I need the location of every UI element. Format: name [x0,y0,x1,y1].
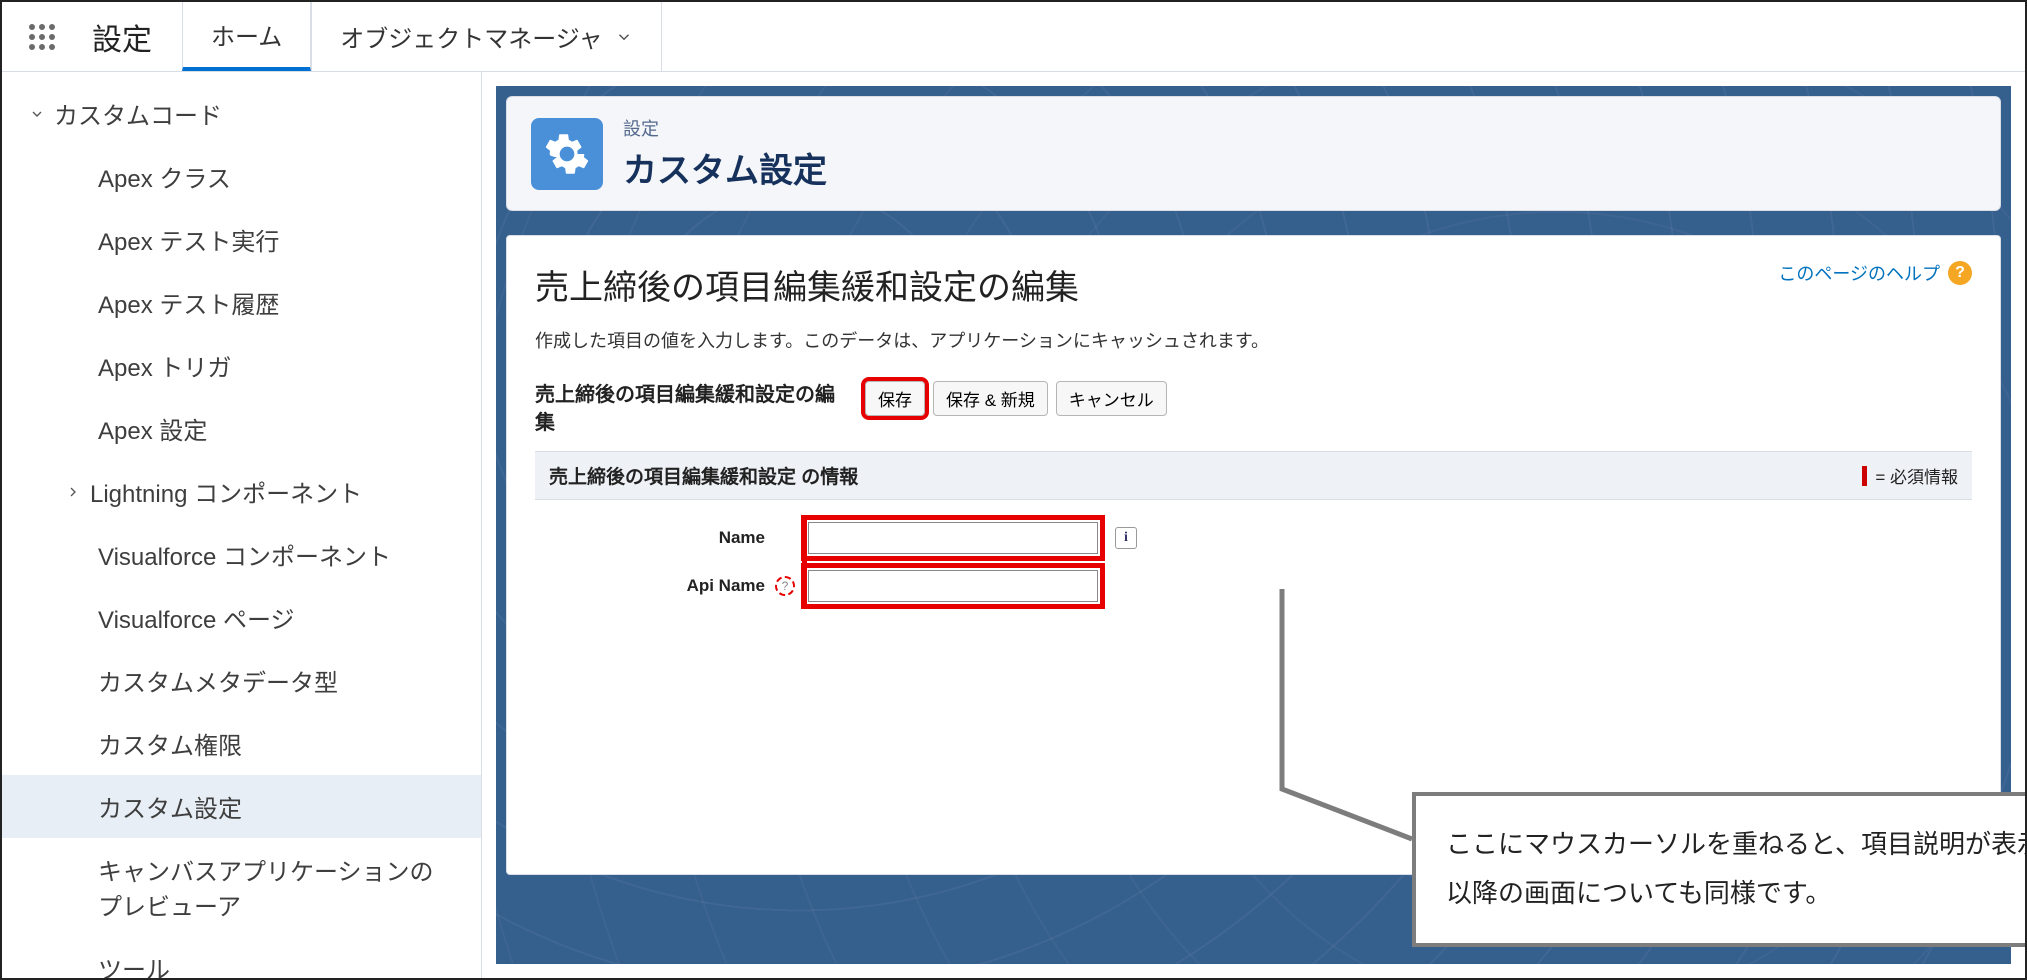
sidebar-item-label: カスタム設定 [98,789,242,824]
required-legend-text: = 必須情報 [1875,463,1958,488]
button-row: 保存 保存 & 新規 キャンセル [865,381,1167,416]
app-root: 設定 ホーム オブジェクトマネージャ カスタムコード Apex クラス Apex [0,0,2027,980]
sidebar-item-label: Visualforce ページ [98,600,294,635]
sidebar-item-custom-metadata[interactable]: カスタムメタデータ型 [2,649,481,712]
sidebar-item-label: カスタム権限 [98,726,242,761]
sidebar-item-vf-pages[interactable]: Visualforce ページ [2,586,481,649]
page-title: 売上締後の項目編集緩和設定の編集 [535,260,1079,309]
sidebar-item-lightning-components[interactable]: Lightning コンポーネント [2,460,481,523]
sidebar-scroll[interactable]: カスタムコード Apex クラス Apex テスト実行 Apex テスト履歴 A… [2,72,481,978]
sidebar-item-label: キャンバスアプリケーションのプレビューア [98,852,441,922]
input-highlight [801,515,1105,561]
sidebar-parent-custom-code[interactable]: カスタムコード [2,82,481,145]
page-description: 作成した項目の値を入力します。このデータは、アプリケーションにキャッシュされます… [535,327,1972,353]
sidebar-item-vf-components[interactable]: Visualforce コンポーネント [2,523,481,586]
save-and-new-button[interactable]: 保存 & 新規 [933,381,1048,416]
sidebar: カスタムコード Apex クラス Apex テスト実行 Apex テスト履歴 A… [2,72,482,978]
required-legend: = 必須情報 [1862,463,1958,488]
page-help-link[interactable]: このページのヘルプ ? [1778,260,1972,286]
api-name-input[interactable] [808,570,1098,602]
topbar-title: 設定 [82,2,182,71]
page-header-title: カスタム設定 [623,143,827,192]
sidebar-item-label: Apex 設定 [98,411,207,446]
tab-home[interactable]: ホーム [182,2,311,71]
required-bar-icon [1862,466,1867,486]
app-launcher-icon[interactable] [2,2,82,71]
info-icon[interactable]: i [1115,527,1137,549]
name-label: Name [595,528,775,548]
callout-box: ここにマウスカーソルを重ねると、項目説明が表示されます。 以降の画面についても同… [1412,792,2025,947]
page-header-card: 設定 カスタム設定 [506,96,2001,211]
sidebar-parent-label: カスタムコード [54,96,222,131]
sidebar-item-label: Visualforce コンポーネント [98,537,391,572]
tab-object-manager[interactable]: オブジェクトマネージャ [311,2,661,71]
name-input[interactable] [808,522,1098,554]
form-caption: 売上締後の項目編集緩和設定の編集 [535,381,835,437]
cancel-button[interactable]: キャンセル [1056,381,1167,416]
sidebar-item-label: Apex トリガ [98,348,231,383]
sidebar-item-label: ツール [98,950,170,978]
sidebar-item-apex-test-history[interactable]: Apex テスト履歴 [2,271,481,334]
sidebar-item-label: Apex クラス [98,159,231,194]
sidebar-item-label: Apex テスト実行 [98,222,279,257]
content-card: 売上締後の項目編集緩和設定の編集 このページのヘルプ ? 作成した項目の値を入力… [506,235,2001,875]
tab-home-label: ホーム [211,17,282,52]
sidebar-item-apex-settings[interactable]: Apex 設定 [2,397,481,460]
sidebar-item-apex-test-exec[interactable]: Apex テスト実行 [2,208,481,271]
chevron-right-icon [62,484,84,500]
sidebar-item-label: カスタムメタデータ型 [98,663,338,698]
section-header: 売上締後の項目編集緩和設定 の情報 = 必須情報 [535,451,1972,500]
page-help-link-label: このページのヘルプ [1778,260,1940,286]
sidebar-item-custom-settings[interactable]: カスタム設定 [2,775,481,838]
sidebar-item-label: Lightning コンポーネント [90,474,362,509]
sidebar-item-label: Apex テスト履歴 [98,285,279,320]
form-row-api-name: Api Name ? [595,562,1972,610]
input-highlight [801,563,1105,609]
section-title: 売上締後の項目編集緩和設定 の情報 [549,462,858,489]
sidebar-item-apex-trigger[interactable]: Apex トリガ [2,334,481,397]
chevron-down-icon [615,28,633,46]
callout-line-2: 以降の画面についても同様です。 [1446,869,2025,918]
field-help-icon[interactable]: ? [775,576,795,596]
tab-object-manager-label: オブジェクトマネージャ [340,19,602,54]
gear-icon [531,118,603,190]
callout-line-1: ここにマウスカーソルを重ねると、項目説明が表示されます。 [1446,820,2025,869]
breadcrumb: 設定 [623,115,827,141]
sidebar-item-apex-classes[interactable]: Apex クラス [2,145,481,208]
form-row-name: Name i [595,514,1972,562]
sidebar-item-canvas-previewer[interactable]: キャンバスアプリケーションのプレビューア [2,838,481,936]
main-content: 設定 カスタム設定 売上締後の項目編集緩和設定の編集 このページのヘルプ ? 作… [482,72,2025,978]
save-button[interactable]: 保存 [865,381,925,416]
sidebar-item-tools[interactable]: ツール [2,936,481,978]
chevron-down-icon [26,106,48,122]
sidebar-item-custom-permission[interactable]: カスタム権限 [2,712,481,775]
api-name-label: Api Name [595,576,775,596]
help-icon: ? [1948,261,1972,285]
topbar: 設定 ホーム オブジェクトマネージャ [2,2,2025,72]
